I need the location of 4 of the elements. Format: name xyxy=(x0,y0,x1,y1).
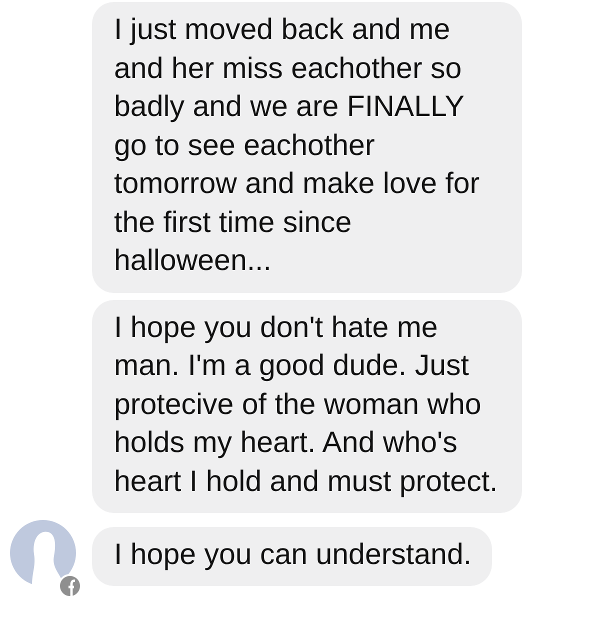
message-bubble: I just moved back and me and her miss eachother so badly and we are FINALLY go to see eachother tomorrow and make love for the first time since halloween... xyxy=(92,2,522,292)
message-bubble: I hope you can understand. xyxy=(92,526,492,586)
message-bubble: I hope you don't hate me man. I'm a good dude. Just protecive of the woman who holds my heart. And who's heart I hold and must protect. xyxy=(92,300,522,513)
facebook-icon xyxy=(58,574,82,598)
